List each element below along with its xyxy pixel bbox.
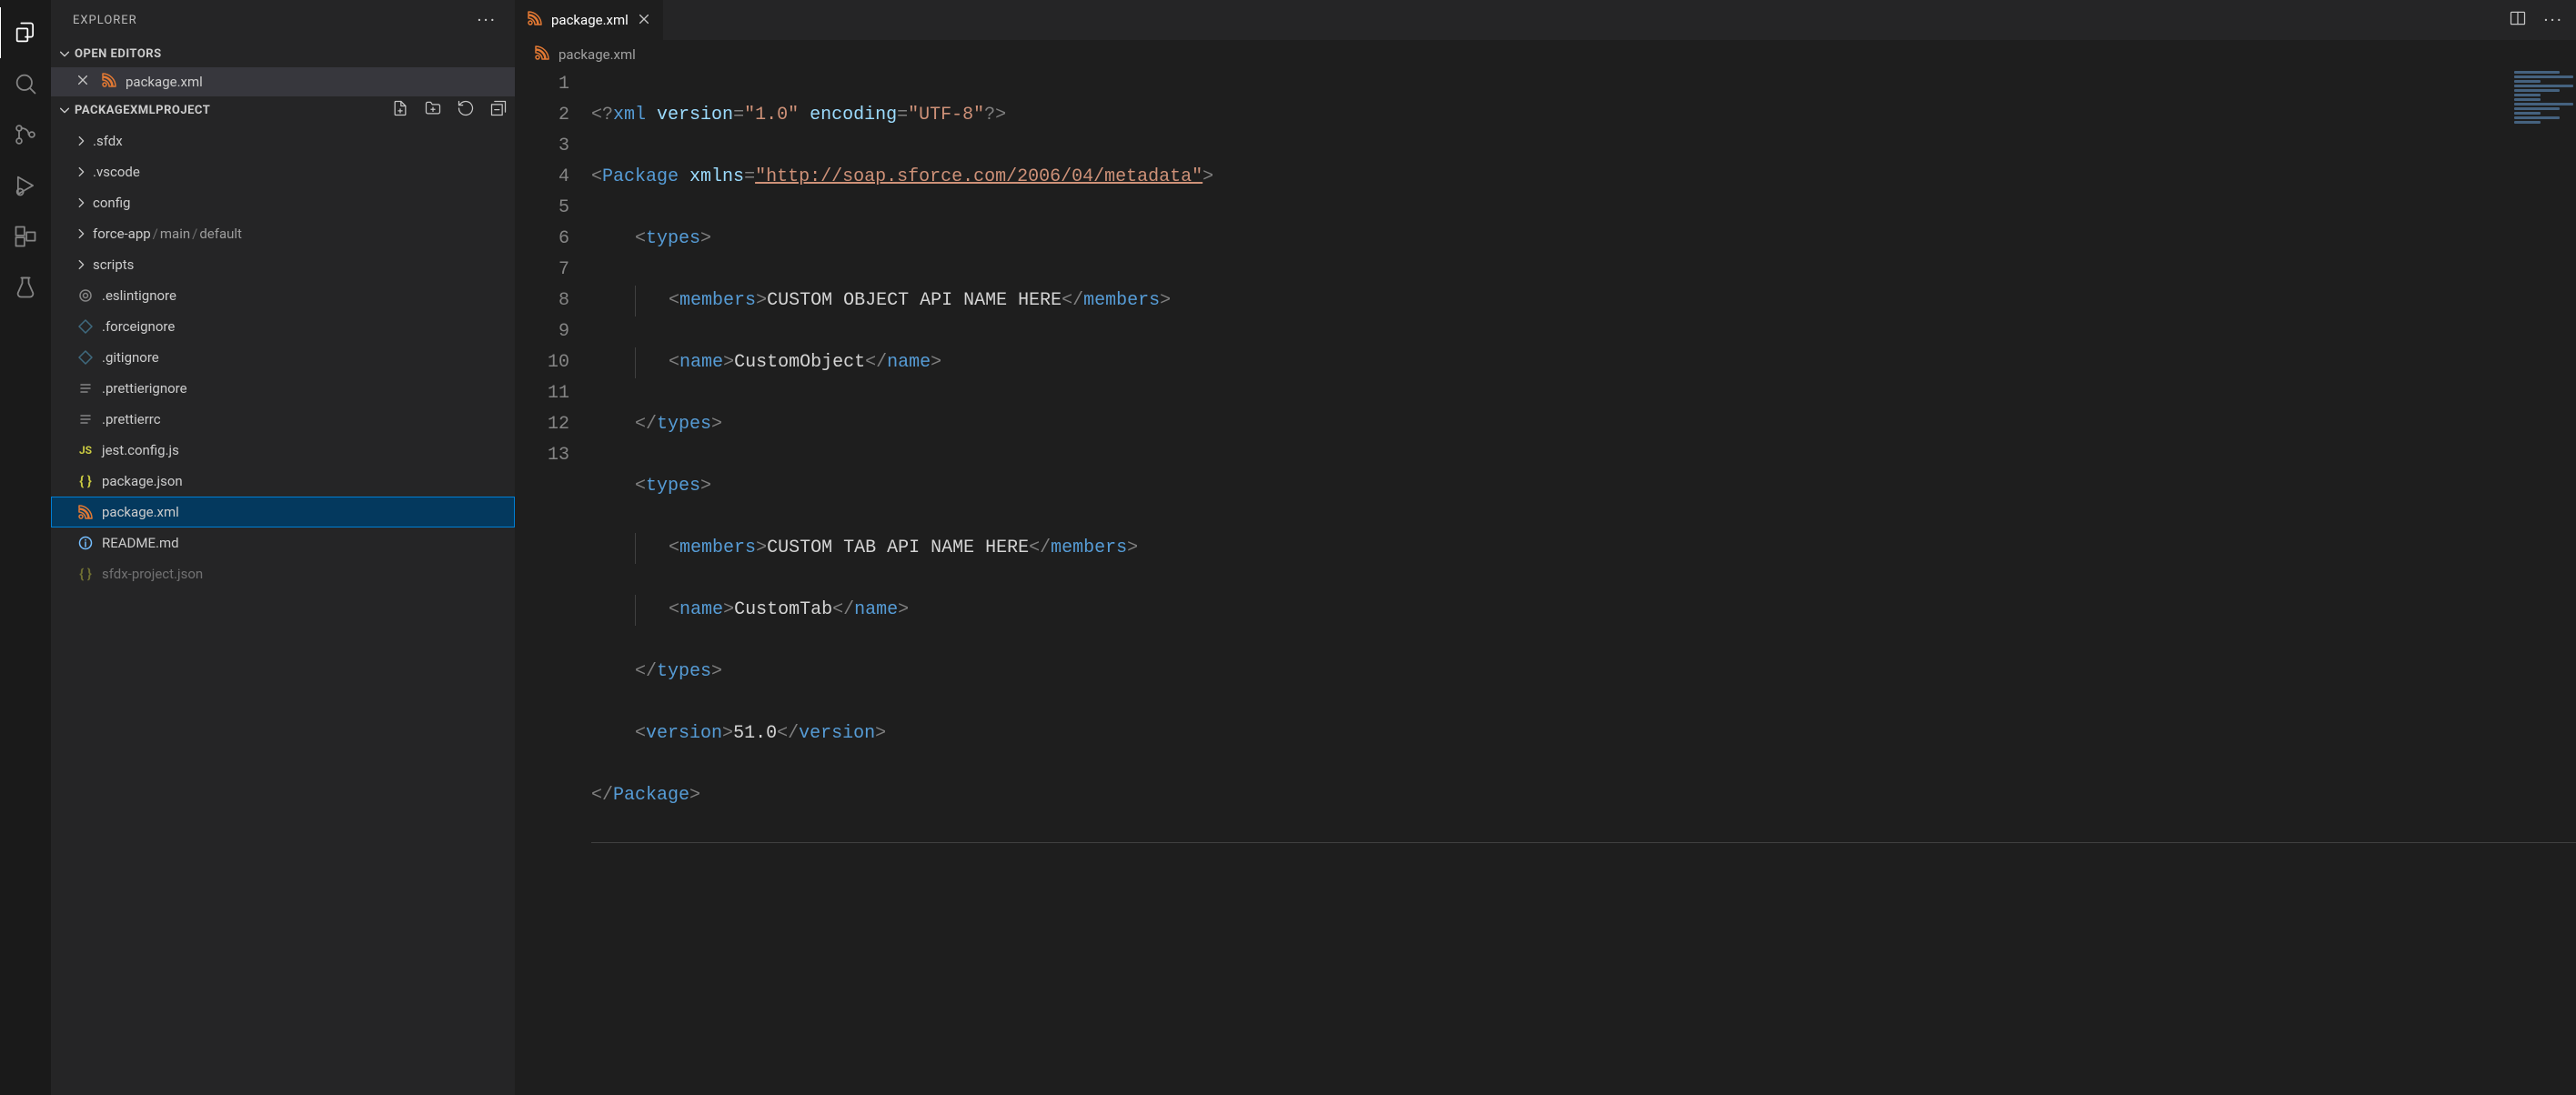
more-icon[interactable]: ··· — [2543, 9, 2563, 31]
rss-icon — [102, 73, 116, 91]
tree-file[interactable]: .forceignore — [51, 311, 515, 342]
close-tab-icon[interactable] — [638, 12, 650, 29]
code-content[interactable]: <?xml version="1.0" encoding="UTF-8"?> <… — [591, 69, 2576, 1095]
chevron-right-icon — [73, 135, 89, 147]
line-gutter: 12345678910111213 — [515, 69, 591, 1095]
tree-file[interactable]: .gitignore — [51, 342, 515, 373]
close-icon[interactable] — [76, 74, 95, 90]
open-editors-label: OPEN EDITORS — [75, 47, 162, 61]
project-header[interactable]: PACKAGEXMLPROJECT — [51, 96, 515, 124]
breadcrumb-text: package.xml — [558, 46, 636, 63]
open-editor-filename: package.xml — [126, 74, 203, 90]
tree-folder[interactable]: scripts — [51, 249, 515, 280]
project-label: PACKAGEXMLPROJECT — [75, 104, 210, 117]
minimap[interactable] — [2511, 69, 2576, 133]
tab-filename: package.xml — [551, 12, 629, 28]
sidebar-header: EXPLORER ··· — [51, 0, 515, 40]
activity-run-debug[interactable] — [0, 160, 51, 211]
tree-file[interactable]: .eslintignore — [51, 280, 515, 311]
tree-file[interactable]: .prettierignore — [51, 373, 515, 404]
sidebar-more-icon[interactable]: ··· — [477, 9, 497, 31]
tree-file-selected[interactable]: package.xml — [51, 497, 515, 527]
rss-icon — [535, 45, 549, 64]
activity-search[interactable] — [0, 58, 51, 109]
activity-extensions[interactable] — [0, 211, 51, 262]
file-tree: .sfdx .vscode config force-app/main/defa… — [51, 124, 515, 589]
tree-folder[interactable]: config — [51, 187, 515, 218]
editor-area: package.xml ··· package.xml 123456789101… — [515, 0, 2576, 1095]
activity-bar — [0, 0, 51, 1095]
new-file-icon[interactable] — [391, 99, 409, 121]
editor-tab[interactable]: package.xml — [515, 0, 663, 40]
activity-explorer[interactable] — [0, 7, 50, 58]
tree-folder[interactable]: .sfdx — [51, 126, 515, 156]
braces-icon: { } — [76, 566, 95, 582]
tree-folder[interactable]: .vscode — [51, 156, 515, 187]
open-editor-item[interactable]: package.xml — [51, 67, 515, 96]
collapse-all-icon[interactable] — [489, 99, 508, 121]
diamond-icon — [76, 319, 95, 334]
code-editor[interactable]: 12345678910111213 <?xml version="1.0" en… — [515, 69, 2576, 1095]
info-icon — [76, 536, 95, 550]
refresh-icon[interactable] — [457, 99, 475, 121]
sidebar-title: EXPLORER — [73, 14, 137, 27]
chevron-right-icon — [73, 227, 89, 240]
tree-file[interactable]: { }sfdx-project.json — [51, 558, 515, 589]
lines-icon — [76, 381, 95, 396]
braces-icon: { } — [76, 473, 95, 489]
new-folder-icon[interactable] — [424, 99, 442, 121]
js-icon: JS — [76, 444, 95, 457]
target-icon — [76, 288, 95, 303]
tree-file[interactable]: JSjest.config.js — [51, 435, 515, 466]
explorer-sidebar: EXPLORER ··· OPEN EDITORS package.xml PA… — [51, 0, 515, 1095]
chevron-right-icon — [73, 196, 89, 209]
project-actions — [391, 99, 508, 121]
breadcrumb[interactable]: package.xml — [515, 40, 2576, 69]
tree-folder-path[interactable]: force-app/main/default — [51, 218, 515, 249]
tree-file[interactable]: README.md — [51, 527, 515, 558]
open-editors-header[interactable]: OPEN EDITORS — [51, 40, 515, 67]
tab-actions: ··· — [2509, 0, 2576, 40]
rss-icon — [76, 505, 95, 519]
activity-source-control[interactable] — [0, 109, 51, 160]
chevron-right-icon — [73, 258, 89, 271]
split-editor-icon[interactable] — [2509, 9, 2527, 31]
chevron-down-icon — [56, 102, 73, 118]
tree-file[interactable]: .prettierrc — [51, 404, 515, 435]
rss-icon — [528, 11, 542, 29]
tab-bar: package.xml ··· — [515, 0, 2576, 40]
diamond-icon — [76, 350, 95, 365]
chevron-right-icon — [73, 166, 89, 178]
activity-testing[interactable] — [0, 262, 51, 313]
lines-icon — [76, 412, 95, 427]
tree-file[interactable]: { }package.json — [51, 466, 515, 497]
chevron-down-icon — [56, 45, 73, 62]
